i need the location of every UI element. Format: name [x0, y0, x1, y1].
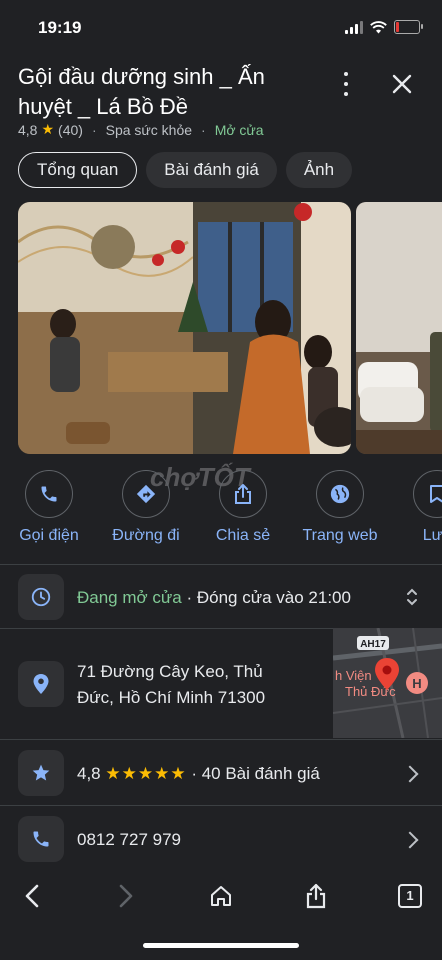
back-button[interactable]: [16, 880, 48, 912]
tab-overview[interactable]: Tổng quan: [18, 152, 138, 188]
tab-count: 1: [398, 884, 422, 908]
rating-stars: ★★★★★: [105, 764, 187, 783]
phone-icon: [41, 486, 57, 502]
save-button[interactable]: Lưu: [387, 470, 442, 545]
wifi-icon: [370, 20, 387, 33]
hospital-marker-letter: H: [412, 676, 421, 691]
hours-close-time: · Đóng cửa vào 21:00: [186, 588, 351, 607]
home-button[interactable]: [205, 880, 237, 912]
address-row[interactable]: 71 Đường Cây Keo, Thủ Đức, Hồ Chí Minh 7…: [0, 629, 333, 739]
directions-button[interactable]: Đường đi: [96, 470, 196, 545]
map-thumbnail[interactable]: AH17 h Viện Thủ Đức H: [333, 628, 442, 738]
call-label: Gọi điện: [19, 527, 79, 544]
status-time: 19:19: [38, 18, 82, 37]
website-label: Trang web: [302, 527, 378, 544]
chevron-left-icon: [25, 884, 39, 908]
expand-icon: [407, 588, 417, 606]
rating-value: 4,8: [18, 121, 38, 138]
tab-reviews[interactable]: Bài đánh giá: [146, 152, 277, 188]
photo-interior: [18, 202, 351, 454]
separator: ·: [91, 121, 97, 138]
rating-row-value: 4,8: [77, 764, 101, 783]
save-label: Lưu: [422, 527, 442, 544]
tabs-button[interactable]: 1: [394, 880, 426, 912]
share-icon: [235, 484, 251, 504]
chevron-right-icon: [401, 831, 419, 849]
action-bar: Gọi điện Đường đi Chia sẻ Trang web Lưu: [0, 470, 442, 550]
tab-photos[interactable]: Ảnh: [285, 152, 353, 188]
share-label: Chia sẻ: [215, 527, 271, 544]
phone-row[interactable]: 0812 727 979: [0, 806, 442, 868]
toolbar-share-button[interactable]: [300, 880, 332, 912]
map-road-label: AH17: [360, 639, 386, 650]
place-photo-secondary[interactable]: [356, 202, 442, 454]
map-illustration: AH17 h Viện Thủ Đức H: [333, 628, 442, 738]
browser-toolbar: 1: [0, 866, 442, 926]
rating-row-reviews: · 40 Bài đánh giá: [191, 764, 320, 783]
open-status: Mở cửa: [214, 121, 264, 138]
close-button[interactable]: [388, 70, 416, 98]
star-icon: [18, 750, 64, 796]
globe-icon: [330, 484, 350, 504]
share-icon: [306, 883, 326, 909]
hours-open-status: Đang mở cửa: [77, 588, 182, 607]
clock-icon: [18, 574, 64, 620]
address-line-2: Đức, Hồ Chí Minh 71300: [77, 688, 266, 707]
bookmark-icon: [430, 485, 442, 503]
battery-icon: [394, 20, 423, 34]
phone-number: 0812 727 979: [77, 830, 181, 849]
photo-towels: [356, 202, 442, 454]
home-indicator: [143, 943, 299, 948]
address-line-1: 71 Đường Cây Keo, Thủ: [77, 662, 263, 681]
separator: ·: [201, 121, 206, 138]
star-icon: ★: [41, 121, 55, 137]
forward-button[interactable]: [110, 880, 142, 912]
home-icon: [211, 886, 231, 906]
location-pin-icon: [18, 661, 64, 707]
reviews-count[interactable]: (40): [58, 122, 83, 138]
place-photo-main[interactable]: [18, 202, 351, 454]
website-button[interactable]: Trang web: [290, 470, 390, 545]
map-label-1: h Viện: [335, 668, 372, 683]
phone-icon: [18, 816, 64, 862]
hours-row[interactable]: Đang mở cửa · Đóng cửa vào 21:00: [0, 565, 442, 629]
tab-bar: Tổng quan Bài đánh giá Ảnh: [18, 152, 353, 188]
signal-icon: [345, 20, 363, 34]
place-title: Gội đầu dưỡng sinh _ Ấn huyệt _ Lá Bồ Đề: [18, 64, 265, 119]
rating-row[interactable]: 4,8 ★★★★★ · 40 Bài đánh giá: [0, 740, 442, 806]
status-icons: [345, 20, 423, 34]
chevron-right-icon: [401, 765, 419, 783]
share-button[interactable]: Chia sẻ: [193, 470, 293, 545]
close-icon: [392, 74, 412, 94]
chevron-right-icon: [119, 884, 133, 908]
call-button[interactable]: Gọi điện: [0, 470, 99, 545]
more-options-button[interactable]: [336, 72, 356, 96]
place-category: Spa sức khỏe: [105, 121, 193, 138]
directions-icon: [136, 484, 156, 504]
place-meta: 4,8 ★ (40) · Spa sức khỏe · Mở cửa: [18, 121, 264, 138]
directions-label: Đường đi: [112, 527, 180, 544]
